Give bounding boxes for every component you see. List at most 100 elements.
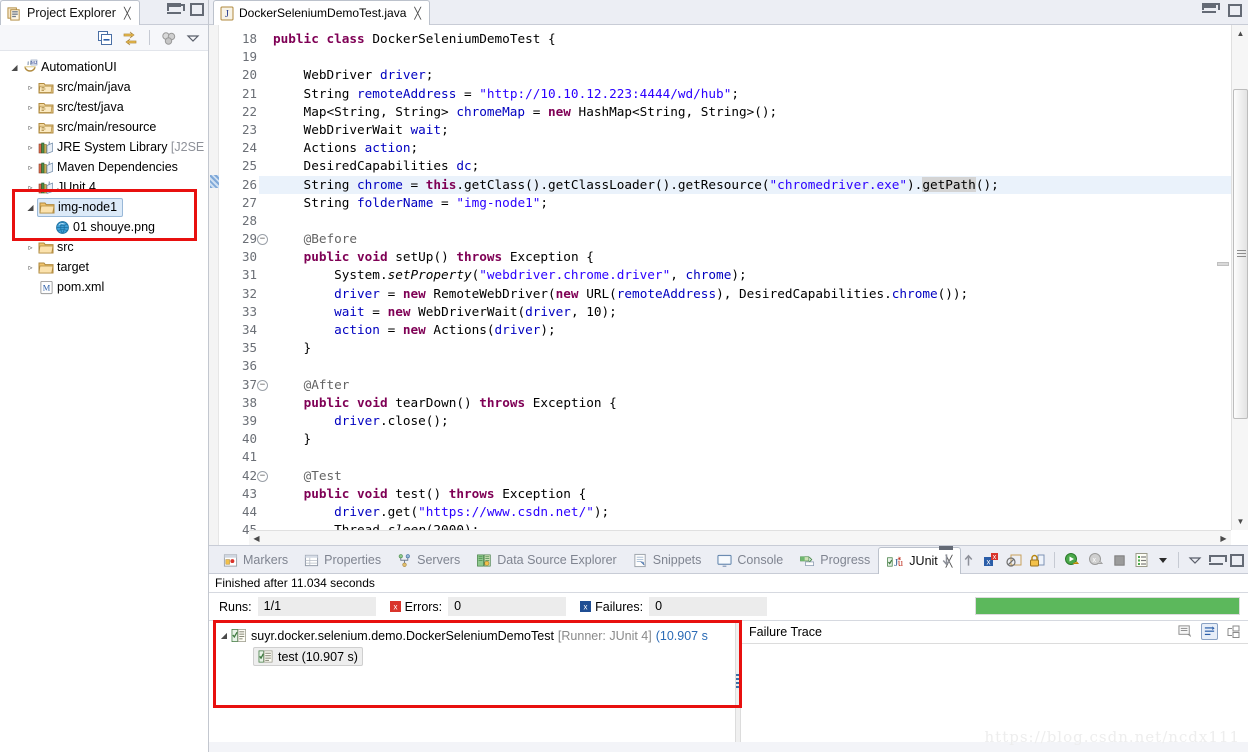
code-line[interactable]: WebDriverWait wait; xyxy=(273,121,1248,139)
show-failures-only-icon[interactable]: x x xyxy=(983,552,999,568)
tab-markers[interactable]: Markers xyxy=(215,546,296,574)
expand-arrow-icon[interactable]: ◢ xyxy=(8,63,21,72)
tab-snippets[interactable]: Snippets xyxy=(625,546,710,574)
code-line[interactable]: public class DockerSeleniumDemoTest { xyxy=(273,30,1248,48)
view-chevron-icon[interactable] xyxy=(1188,553,1202,567)
code-line[interactable]: @Test xyxy=(273,467,1248,485)
test-run-history-icon[interactable] xyxy=(1134,552,1150,568)
minimize-icon[interactable] xyxy=(1209,554,1227,565)
rerun-test-icon[interactable] xyxy=(1064,552,1081,568)
view-menu-chevron-icon[interactable] xyxy=(1157,554,1169,566)
tree-item-maven-dependencies[interactable]: ▹ Maven Dependencies xyxy=(0,157,208,177)
junit-progress-bar xyxy=(975,597,1240,615)
code-line[interactable]: wait = new WebDriverWait(driver, 10); xyxy=(273,303,1248,321)
tab-servers[interactable]: Servers xyxy=(389,546,468,574)
overview-ruler-mark[interactable] xyxy=(1217,262,1229,266)
tree-item-junit-4[interactable]: ▹ JUnit 4 xyxy=(0,177,208,197)
link-with-editor-icon[interactable] xyxy=(122,30,138,46)
code-line[interactable] xyxy=(273,448,1248,466)
code-line[interactable]: driver.get("https://www.csdn.net/"); xyxy=(273,503,1248,521)
code-line[interactable] xyxy=(273,357,1248,375)
code-line[interactable]: @Before xyxy=(273,230,1248,248)
code-line[interactable]: String folderName = "img-node1"; xyxy=(273,194,1248,212)
editor-vertical-scrollbar[interactable]: ▲ ▼ xyxy=(1231,25,1248,530)
stop-filter-icon[interactable] xyxy=(1006,552,1022,568)
code-line[interactable]: Actions action; xyxy=(273,139,1248,157)
junit-test-class-row[interactable]: ◢ suyr.docker.selenium.demo.DockerSeleni… xyxy=(209,625,735,646)
code-line[interactable]: driver.close(); xyxy=(273,412,1248,430)
expand-arrow-icon[interactable]: ◢ xyxy=(217,631,231,640)
project-tree[interactable]: ◢ MJ AutomationUI ▹ src/main/java ▹ src/te… xyxy=(0,51,208,297)
code-line[interactable]: DesiredCapabilities dc; xyxy=(273,157,1248,175)
tree-item-src[interactable]: ▹ src xyxy=(0,237,208,257)
expand-arrow-icon[interactable]: ▹ xyxy=(24,83,37,92)
tree-item-jre-system-library[interactable]: ▹ JRE System Library [J2SE xyxy=(0,137,208,157)
code-line[interactable]: Map<String, String> chromeMap = new Hash… xyxy=(273,103,1248,121)
tree-item-img-node1[interactable]: ◢ img-node1 xyxy=(0,197,208,217)
maximize-icon[interactable] xyxy=(1230,553,1244,567)
code-line[interactable]: public void test() throws Exception { xyxy=(273,485,1248,503)
maximize-icon[interactable] xyxy=(1228,4,1242,17)
scrollbar-thumb[interactable] xyxy=(1233,89,1248,419)
tab-data-source-explorer[interactable]: Data Source Explorer xyxy=(468,546,625,574)
expand-arrow-icon[interactable]: ▹ xyxy=(24,163,37,172)
tree-icon-wrap xyxy=(37,120,55,135)
close-icon[interactable]: ╳ xyxy=(124,7,131,20)
code-line[interactable]: public void setUp() throws Exception { xyxy=(273,248,1248,266)
expand-arrow-icon[interactable]: ▹ xyxy=(24,123,37,132)
tree-item-src-main-resource[interactable]: ▹ src/main/resource xyxy=(0,117,208,137)
expand-arrow-icon[interactable]: ▹ xyxy=(24,263,37,272)
scroll-right-icon[interactable]: ▶ xyxy=(1216,531,1231,546)
code-line[interactable]: @After xyxy=(273,376,1248,394)
scroll-up-icon[interactable]: ▲ xyxy=(1232,25,1248,42)
expand-arrow-icon[interactable]: ◢ xyxy=(24,203,37,212)
svg-text:u: u xyxy=(898,558,903,569)
code-line[interactable] xyxy=(273,212,1248,230)
code-line[interactable]: action = new Actions(driver); xyxy=(273,321,1248,339)
code-line[interactable]: public void tearDown() throws Exception … xyxy=(273,394,1248,412)
code-line[interactable] xyxy=(273,48,1248,66)
rerun-failed-tests-icon[interactable]: x xyxy=(1088,552,1105,568)
next-failure-icon[interactable] xyxy=(939,552,954,568)
scroll-left-icon[interactable]: ◀ xyxy=(249,531,264,546)
lock-icon[interactable] xyxy=(1029,552,1045,568)
collapse-all-icon[interactable] xyxy=(97,30,113,46)
scroll-down-icon[interactable]: ▼ xyxy=(1232,513,1248,530)
junit-test-tree[interactable]: ◢ suyr.docker.selenium.demo.DockerSeleni… xyxy=(209,620,742,742)
tree-item-target[interactable]: ▹ target xyxy=(0,257,208,277)
close-icon[interactable]: ╳ xyxy=(414,7,421,20)
editor-horizontal-scrollbar[interactable]: ◀ ▶ xyxy=(249,530,1231,545)
code-line[interactable]: WebDriver driver; xyxy=(273,66,1248,84)
tab-docker-selenium-demo-test[interactable]: J DockerSeleniumDemoTest.java ╳ xyxy=(213,0,431,25)
tab-console[interactable]: Console xyxy=(709,546,791,574)
tab-project-explorer[interactable]: Project Explorer ╳ xyxy=(0,0,140,25)
code-line[interactable]: driver = new RemoteWebDriver(new URL(rem… xyxy=(273,285,1248,303)
expand-arrow-icon[interactable]: ▹ xyxy=(24,183,37,192)
expand-arrow-icon[interactable]: ▹ xyxy=(24,243,37,252)
filter-stack-trace-icon[interactable] xyxy=(1201,623,1218,640)
view-menu-icon[interactable] xyxy=(161,30,177,46)
maximize-icon[interactable] xyxy=(190,3,204,16)
view-chevron-icon[interactable] xyxy=(186,31,200,45)
tree-item-automationui[interactable]: ◢ MJ AutomationUI xyxy=(0,57,208,77)
tab-properties[interactable]: Properties xyxy=(296,546,389,574)
tree-item-src-main-java[interactable]: ▹ src/main/java xyxy=(0,77,208,97)
tab-progress[interactable]: Progress xyxy=(791,546,878,574)
code-line[interactable]: String chrome = this.getClass().getClass… xyxy=(259,175,1248,194)
stop-icon[interactable] xyxy=(1112,553,1127,568)
junit-test-method-row[interactable]: test (10.907 s) xyxy=(209,646,735,667)
expand-arrow-icon[interactable]: ▹ xyxy=(24,103,37,112)
code-line[interactable]: String remoteAddress = "http://10.10.12.… xyxy=(273,85,1248,103)
code-line[interactable]: } xyxy=(273,339,1248,357)
expand-arrow-icon[interactable]: ▹ xyxy=(24,143,37,152)
code-line[interactable]: System.setProperty("webdriver.chrome.dri… xyxy=(273,266,1248,284)
editor-annotation-ruler[interactable] xyxy=(209,25,219,545)
compare-result-icon[interactable] xyxy=(1178,624,1193,639)
tree-item-01-shouye-png[interactable]: 01 shouye.png xyxy=(0,217,208,237)
previous-failure-icon[interactable] xyxy=(961,552,976,568)
tree-item-src-test-java[interactable]: ▹ src/test/java xyxy=(0,97,208,117)
editor-source-code[interactable]: public class DockerSeleniumDemoTest { We… xyxy=(259,25,1248,545)
code-line[interactable]: } xyxy=(273,430,1248,448)
copy-trace-icon[interactable] xyxy=(1226,625,1240,639)
tree-item-pom-xml[interactable]: M pom.xml xyxy=(0,277,208,297)
